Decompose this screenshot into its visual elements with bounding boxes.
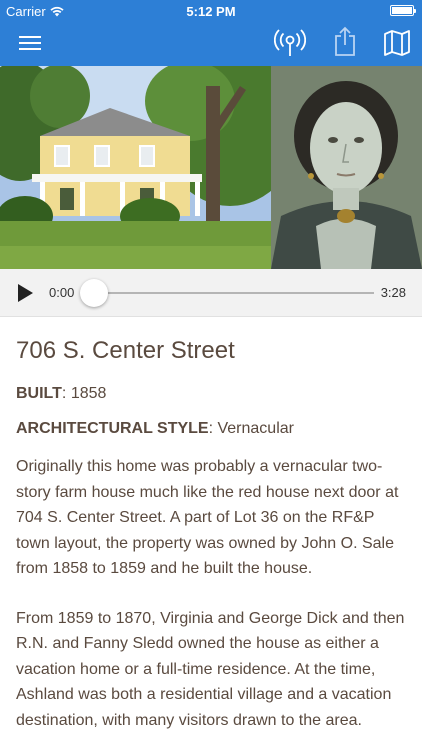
built-value: : 1858 bbox=[61, 385, 107, 402]
progress-slider-thumb[interactable] bbox=[80, 279, 108, 307]
radio-broadcast-icon bbox=[274, 29, 306, 56]
style-label: ARCHITECTURAL STYLE bbox=[16, 420, 209, 437]
play-button[interactable] bbox=[14, 282, 36, 304]
portrait-photo[interactable] bbox=[271, 66, 422, 269]
progress-track[interactable] bbox=[94, 292, 374, 294]
page-title: 706 S. Center Street bbox=[16, 337, 235, 364]
share-button[interactable] bbox=[330, 24, 360, 58]
audio-player: 0:00 3:28 bbox=[0, 269, 422, 317]
current-time: 0:00 bbox=[49, 285, 75, 300]
photo-header bbox=[0, 66, 422, 269]
map-button[interactable] bbox=[380, 27, 414, 59]
style-value: : Vernacular bbox=[208, 420, 294, 437]
status-time: 5:12 PM bbox=[186, 4, 236, 19]
menu-icon bbox=[19, 36, 41, 50]
battery-fill bbox=[392, 7, 412, 14]
article-content: 706 S. Center Street BUILT: 1858 ARCHITE… bbox=[16, 336, 408, 750]
article-paragraph: From 1859 to 1870, Virginia and George D… bbox=[16, 609, 405, 729]
built-info: BUILT: 1858 bbox=[16, 384, 408, 404]
article-paragraph: Originally this home was probably a vern… bbox=[16, 458, 399, 577]
menu-button[interactable] bbox=[14, 30, 46, 56]
status-bar: Carrier 5:12 PM bbox=[0, 0, 422, 22]
listen-live-button[interactable] bbox=[272, 27, 308, 59]
play-icon bbox=[18, 284, 33, 302]
house-photo[interactable] bbox=[0, 66, 271, 269]
built-label: BUILT bbox=[16, 385, 62, 402]
map-icon bbox=[384, 30, 410, 56]
battery-icon bbox=[390, 5, 416, 16]
top-bar: Carrier 5:12 PM bbox=[0, 0, 422, 66]
share-icon bbox=[335, 26, 355, 56]
style-info: ARCHITECTURAL STYLE: Vernacular bbox=[16, 419, 408, 439]
total-time: 3:28 bbox=[380, 285, 406, 300]
